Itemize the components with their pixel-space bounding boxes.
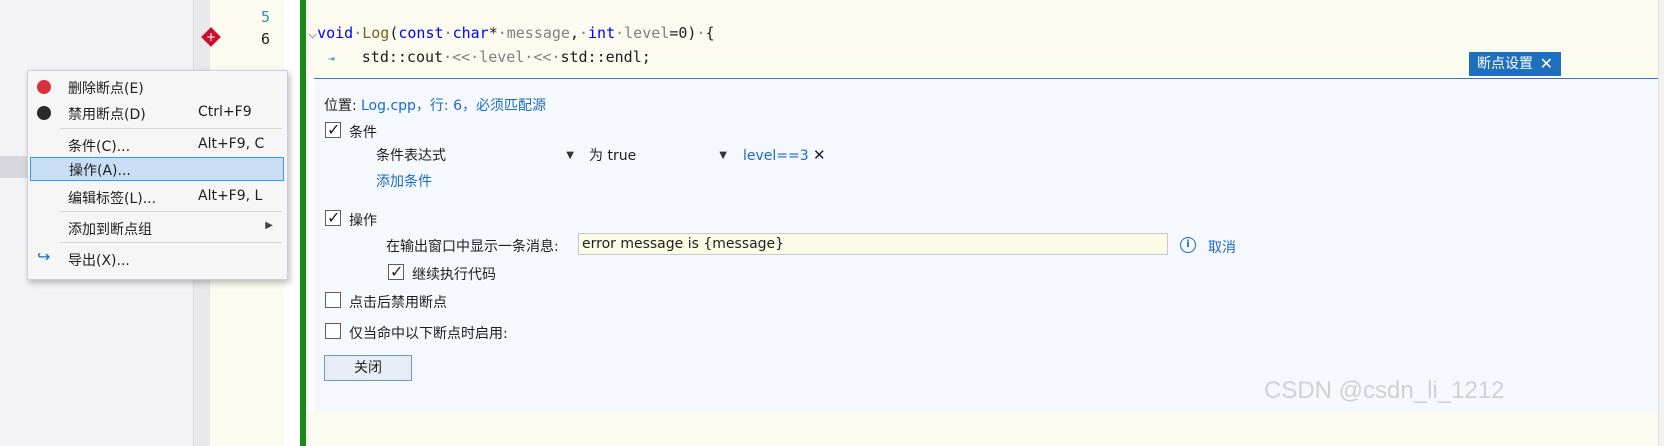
breakpoint-settings-tab[interactable]: 断点设置 ✕ — [1469, 52, 1561, 76]
code-below-panel — [306, 412, 1658, 446]
message-input[interactable] — [578, 233, 1168, 255]
stream-operator: << — [452, 48, 471, 66]
stream-operator: << — [533, 48, 552, 66]
menu-item-shortcut: Ctrl+F9 — [198, 104, 252, 120]
line-number-5: 5 — [260, 8, 270, 26]
disable-once-hit-checkbox[interactable] — [325, 292, 341, 308]
open-brace: { — [705, 24, 715, 42]
menu-item-actions[interactable]: 操作(A)... — [30, 157, 284, 181]
menu-item-label: 导出(X)... — [68, 253, 130, 269]
menu-item-conditions[interactable]: 条件(C)... Alt+F9, C — [28, 133, 287, 157]
close-icon[interactable]: ✕ — [1540, 52, 1553, 76]
delete-breakpoint-icon — [37, 80, 51, 94]
menu-item-shortcut: Alt+F9, L — [198, 188, 263, 204]
menu-item-add-to-group[interactable]: 添加到断点组 ▶ — [28, 216, 287, 240]
continue-execution-checkbox[interactable] — [388, 262, 404, 281]
conditions-label: 条件 — [349, 125, 377, 141]
menu-item-disable-breakpoint[interactable]: 禁用断点(D) Ctrl+F9 — [28, 101, 287, 125]
vertical-scrollbar[interactable] — [1658, 0, 1664, 446]
left-pane-highlight — [0, 156, 30, 178]
continue-execution-label: 继续执行代码 — [412, 267, 496, 283]
menu-item-label: 添加到断点组 — [68, 222, 152, 238]
conditions-checkbox[interactable] — [325, 120, 341, 139]
only-enable-when-label: 仅当命中以下断点时启用: — [349, 326, 508, 342]
info-icon[interactable]: i — [1180, 237, 1196, 253]
disable-once-hit-label: 点击后禁用断点 — [349, 295, 447, 311]
actions-checkbox[interactable] — [325, 208, 341, 227]
condition-type-value: 条件表达式 — [376, 148, 446, 164]
menu-item-edit-labels[interactable]: 编辑标签(L)... Alt+F9, L — [28, 185, 287, 209]
menu-item-label: 禁用断点(D) — [68, 107, 146, 123]
add-condition-link[interactable]: 添加条件 — [376, 171, 432, 191]
line-number-6: 6 — [260, 30, 270, 48]
only-enable-when-checkbox[interactable] — [325, 323, 341, 339]
chevron-down-icon: ▼ — [719, 150, 727, 161]
actions-label: 操作 — [349, 213, 377, 229]
breakpoint-settings-title: 断点设置 — [1477, 56, 1533, 72]
condition-type-dropdown[interactable]: 条件表达式 ▼ — [376, 145, 574, 167]
default-value: =0) — [669, 24, 697, 42]
chevron-right-icon: ▶ — [265, 220, 273, 231]
param-level-ref: level — [479, 48, 525, 66]
export-icon: ↪ — [37, 247, 51, 266]
menu-item-export[interactable]: ↪ 导出(X)... — [28, 247, 287, 271]
watermark: CSDN @csdn_li_1212 — [1264, 377, 1505, 404]
tab-arrow-icon: ⇥ — [328, 52, 335, 65]
location-label: 位置: — [324, 98, 357, 114]
menu-separator — [60, 242, 282, 243]
change-tracking-bar — [300, 0, 306, 446]
condition-mode-dropdown[interactable]: 为 true ▼ — [589, 145, 727, 167]
code-line-6[interactable]: ⇥ std::cout·<<·level·<<·std::endl; — [310, 30, 651, 66]
breakpoint-condition-icon[interactable]: + — [201, 27, 221, 47]
close-button[interactable]: 关闭 — [324, 355, 412, 381]
cancel-link[interactable]: 取消 — [1208, 237, 1236, 257]
remove-condition-icon[interactable]: ✕ — [813, 146, 826, 164]
chevron-down-icon: ▼ — [566, 150, 574, 161]
location-link[interactable]: Log.cpp，行: 6，必须匹配源 — [361, 95, 546, 115]
menu-item-label: 编辑标签(L)... — [68, 191, 157, 207]
menu-item-label: 删除断点(E) — [68, 81, 144, 97]
menu-separator — [60, 211, 282, 212]
menu-item-delete-breakpoint[interactable]: 删除断点(E) — [28, 75, 287, 99]
condition-mode-value: 为 true — [589, 148, 637, 164]
condition-expression[interactable]: level==3 — [743, 148, 809, 164]
std-cout: std::cout — [361, 48, 444, 66]
disable-breakpoint-icon — [37, 106, 51, 120]
menu-item-label: 操作(A)... — [69, 163, 131, 179]
breakpoint-context-menu: 删除断点(E) 禁用断点(D) Ctrl+F9 条件(C)... Alt+F9,… — [27, 70, 288, 280]
menu-separator — [60, 128, 282, 129]
menu-item-shortcut: Alt+F9, C — [198, 136, 265, 152]
menu-item-label: 条件(C)... — [68, 139, 131, 155]
std-endl: std::endl; — [560, 48, 651, 66]
message-label: 在输出窗口中显示一条消息: — [386, 239, 559, 255]
